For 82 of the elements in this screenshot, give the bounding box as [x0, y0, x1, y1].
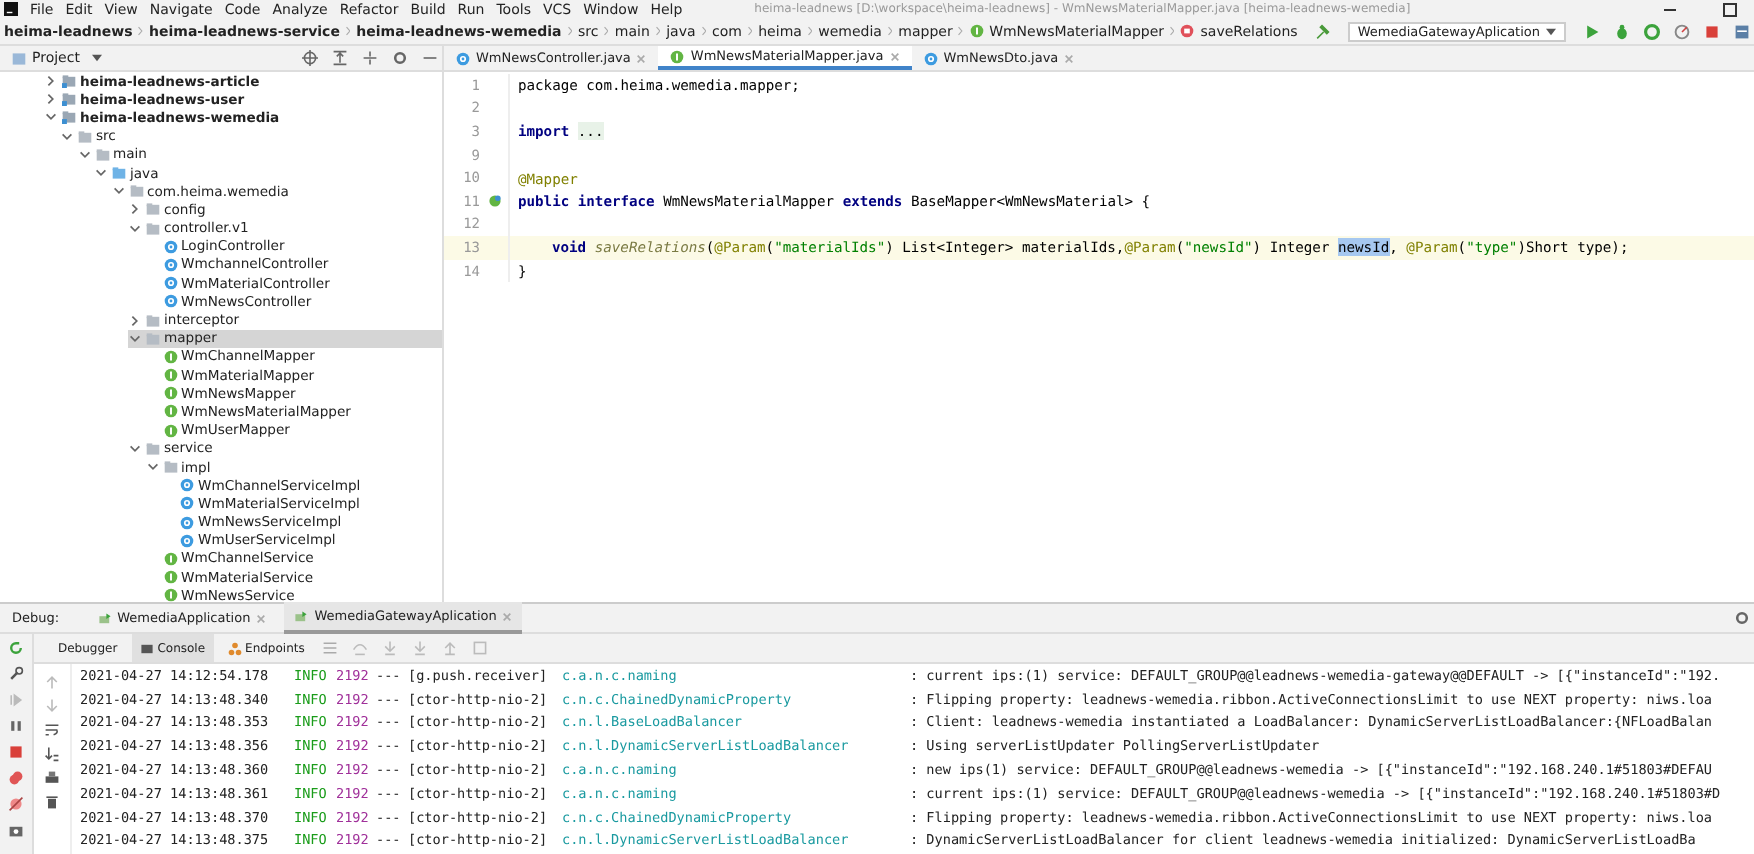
caret-icon[interactable] — [91, 54, 102, 62]
project-structure-icon[interactable] — [1734, 23, 1751, 39]
stop-icon[interactable] — [8, 744, 24, 760]
collapse-all-icon[interactable] — [362, 50, 378, 66]
run-icon[interactable] — [1584, 23, 1601, 39]
soft-wrap-icon[interactable] — [44, 722, 60, 738]
folder-icon — [146, 331, 160, 346]
chevron-right-icon — [958, 24, 964, 38]
folder-icon — [146, 202, 160, 217]
chevron-right-icon — [138, 24, 144, 38]
settings-icon[interactable] — [392, 50, 408, 66]
app-logo-icon — [4, 2, 18, 16]
chevron-down-icon[interactable] — [44, 110, 58, 125]
module-folder-icon — [62, 74, 76, 89]
chevron-down-icon[interactable] — [128, 441, 142, 456]
console-icon — [139, 641, 154, 655]
chevron-down-icon[interactable] — [77, 147, 91, 162]
chevron-right-icon — [1170, 24, 1175, 38]
panel-icon — [12, 51, 26, 65]
interface-icon — [163, 588, 177, 602]
breakpoints-icon[interactable] — [8, 770, 24, 786]
interface-icon — [163, 423, 177, 438]
wrench-icon[interactable] — [8, 666, 24, 682]
module-folder-icon — [62, 110, 76, 125]
class-icon — [456, 51, 470, 65]
folder-icon — [146, 441, 160, 456]
folder-icon — [146, 313, 160, 328]
class-icon — [923, 51, 938, 65]
chevron-right-icon — [887, 24, 893, 38]
chevron-right-icon — [655, 24, 661, 38]
folder-icon — [112, 166, 126, 181]
camera-icon[interactable] — [8, 822, 24, 838]
pause-icon[interactable] — [8, 718, 24, 734]
chevron-right-icon — [807, 24, 813, 38]
caret-icon[interactable] — [1546, 27, 1557, 35]
endpoints-icon — [227, 641, 242, 655]
folder-icon — [95, 147, 109, 162]
interface-icon — [969, 24, 984, 38]
chevron-right-icon[interactable] — [128, 313, 142, 328]
chevron-right-icon[interactable] — [44, 92, 58, 107]
interface-icon — [163, 570, 177, 585]
chevron-down-icon[interactable] — [128, 331, 142, 346]
chevron-down-icon[interactable] — [145, 460, 159, 475]
chevron-right-icon — [604, 24, 609, 38]
trash-icon[interactable] — [44, 794, 60, 810]
expand-all-icon[interactable] — [332, 50, 348, 66]
scroll-to-end-icon[interactable] — [44, 746, 60, 762]
application-icon — [97, 611, 112, 625]
chevron-right-icon — [567, 24, 572, 38]
mute-breakpoints-icon[interactable] — [8, 796, 24, 812]
chevron-down-icon[interactable] — [94, 166, 108, 181]
locate-icon[interactable] — [302, 50, 318, 66]
interface-icon — [163, 404, 177, 419]
bug-icon[interactable] — [1614, 23, 1631, 39]
interface-icon — [163, 386, 177, 401]
chevron-right-icon — [747, 24, 753, 38]
interface-icon — [163, 368, 177, 383]
maximize-icon[interactable] — [1722, 1, 1738, 17]
chevron-right-icon — [701, 24, 706, 38]
folder-icon — [163, 460, 177, 475]
module-folder-icon — [62, 92, 76, 107]
printer-icon[interactable] — [44, 770, 60, 786]
chevron-right-icon[interactable] — [44, 74, 58, 89]
method-icon — [1180, 24, 1195, 38]
interface-icon — [163, 551, 177, 566]
application-icon — [294, 609, 309, 623]
hammer-icon[interactable] — [1313, 23, 1330, 39]
folder-icon — [78, 129, 92, 144]
chevron-down-icon[interactable] — [111, 184, 125, 199]
implementation-marker-icon[interactable] — [487, 194, 501, 209]
chevron-down-icon[interactable] — [60, 129, 74, 144]
interface-icon — [670, 49, 685, 63]
profiler-icon[interactable] — [1674, 23, 1691, 39]
chevron-right-icon[interactable] — [128, 202, 142, 217]
rerun-icon[interactable] — [8, 640, 24, 656]
folder-icon — [146, 221, 160, 236]
stop-icon[interactable] — [1704, 23, 1721, 39]
chevron-down-icon[interactable] — [128, 221, 142, 236]
settings-icon[interactable] — [1734, 610, 1750, 626]
folder-icon — [129, 184, 143, 199]
interface-icon — [163, 349, 177, 364]
chevron-right-icon — [345, 24, 351, 38]
